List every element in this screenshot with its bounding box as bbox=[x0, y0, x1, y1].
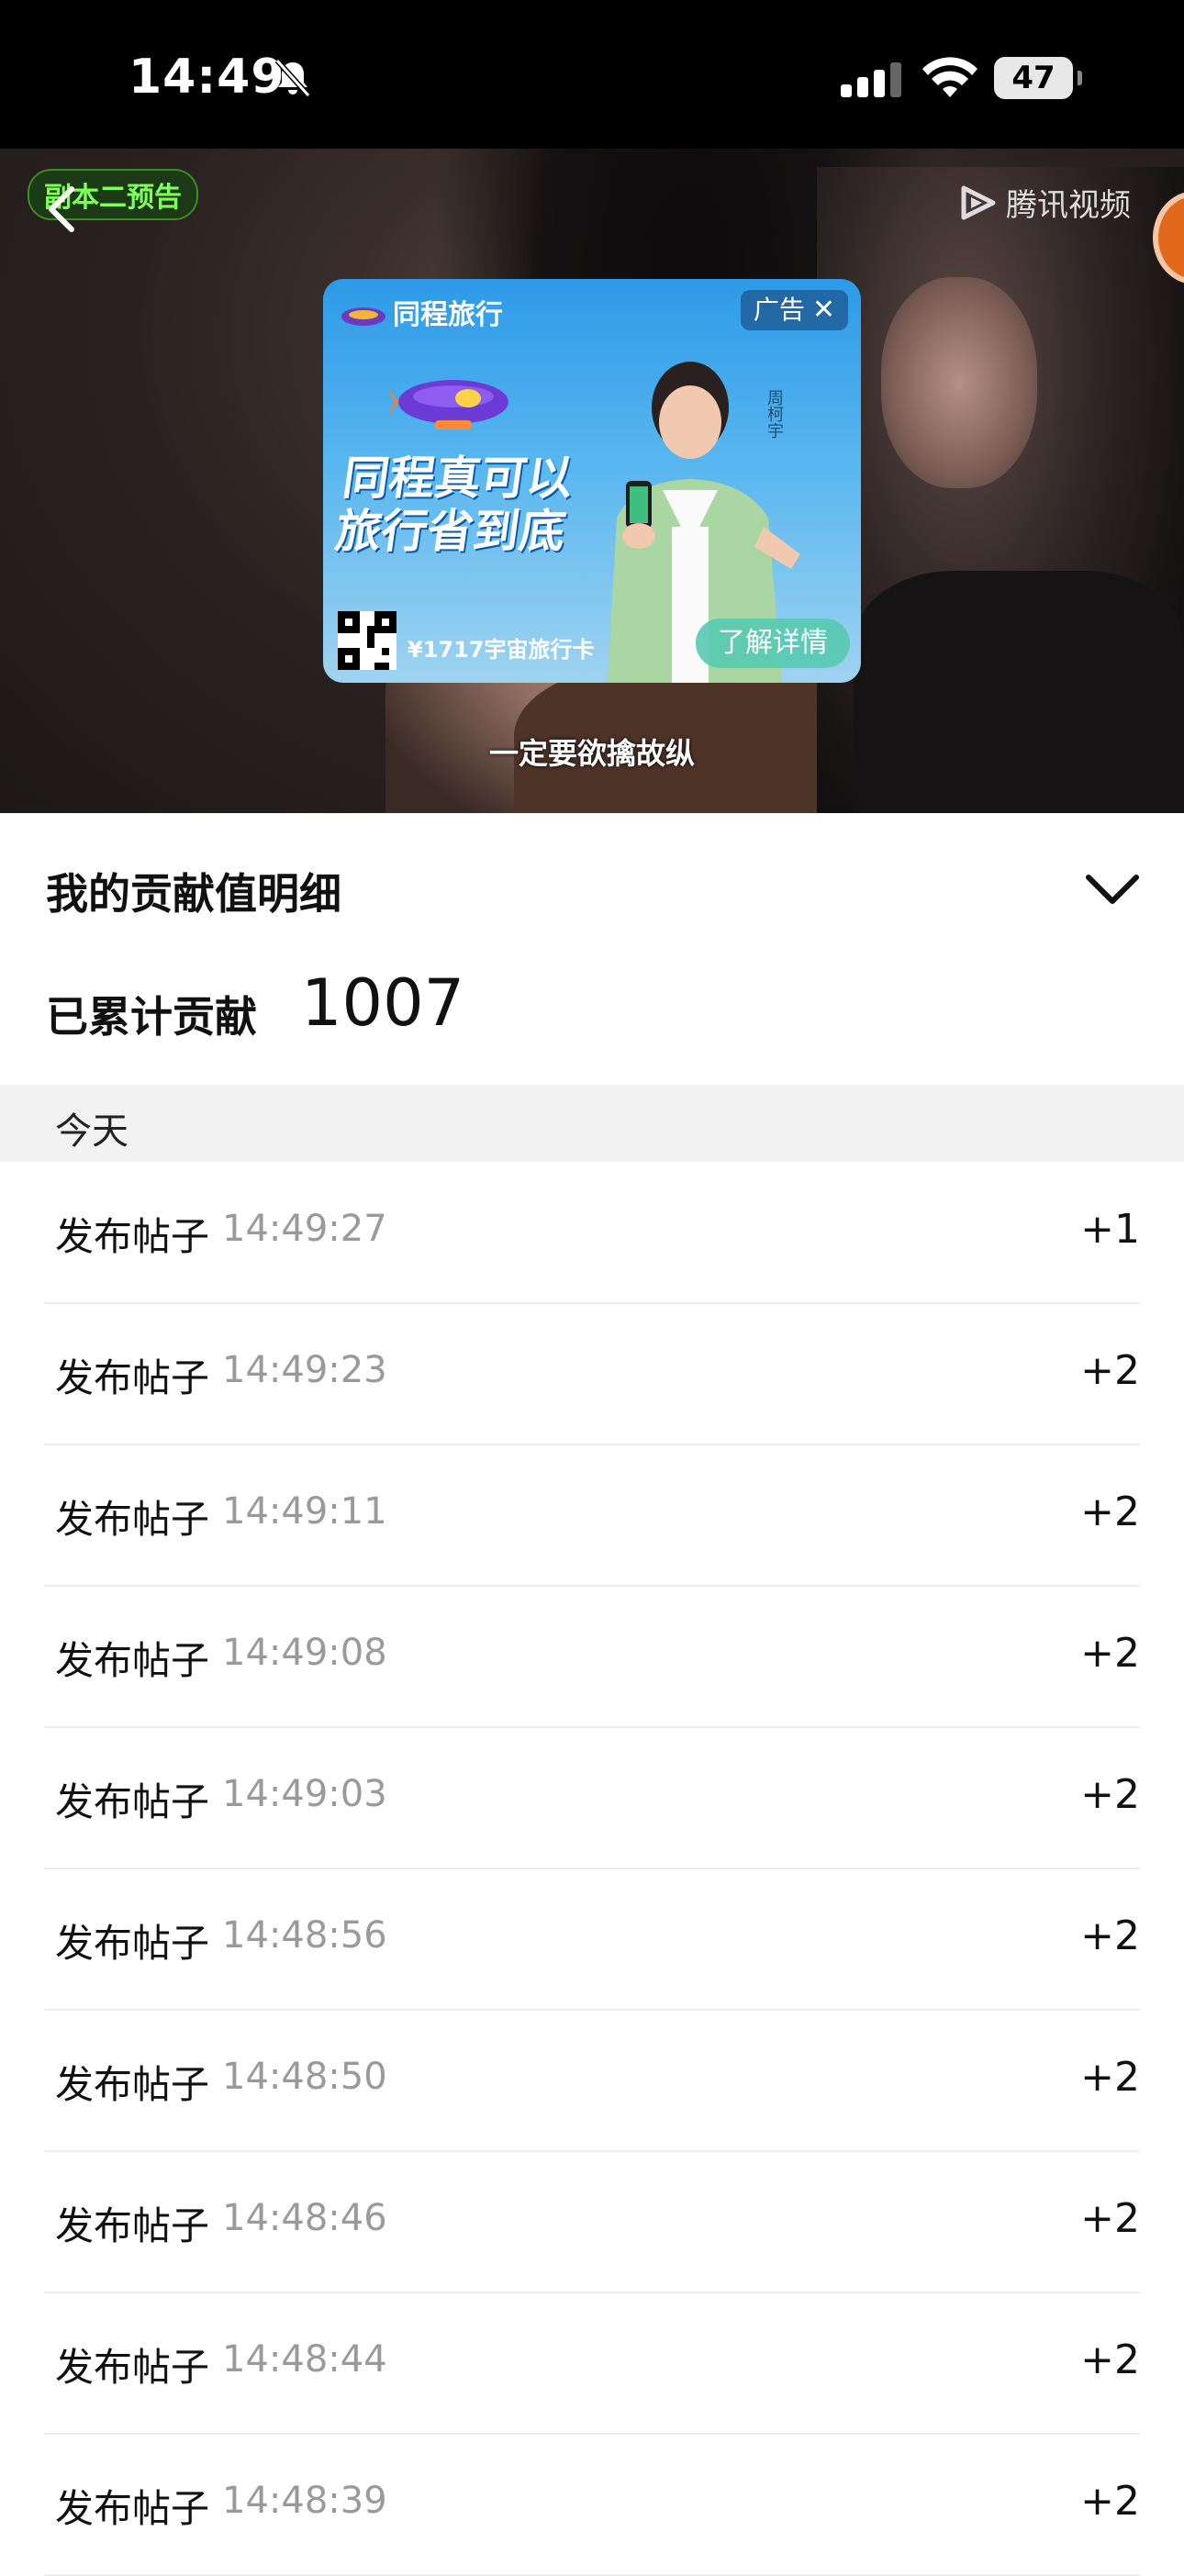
record-time: 14:48:44 bbox=[222, 2338, 387, 2381]
back-arrow-icon[interactable] bbox=[44, 184, 81, 235]
record-time: 14:48:39 bbox=[222, 2480, 387, 2522]
record-points: +2 bbox=[1080, 1912, 1140, 1959]
record-time: 14:49:03 bbox=[222, 1773, 387, 1815]
blimp-icon bbox=[387, 380, 508, 429]
ad-close-button[interactable]: 广告 ✕ bbox=[740, 290, 848, 330]
contribution-list: 发布帖子 14:49:27 +1 发布帖子 14:49:23 +2 发布帖子 1… bbox=[0, 1162, 1184, 2576]
record-time: 14:49:23 bbox=[222, 1349, 387, 1391]
total-contribution-value: 1007 bbox=[301, 965, 465, 1041]
day-section-header: 今天 bbox=[0, 1085, 1184, 1162]
record-time: 14:48:46 bbox=[222, 2197, 387, 2239]
video-scene-figure bbox=[854, 571, 1184, 813]
ad-slogan-line: 旅行省到底 bbox=[331, 505, 569, 558]
close-icon: ✕ bbox=[811, 294, 835, 326]
ad-brand: 同程旅行 bbox=[340, 292, 503, 332]
list-item: 发布帖子 14:48:56 +2 bbox=[0, 1868, 1184, 2011]
ad-price-text: ¥1717宇宙旅行卡 bbox=[408, 637, 595, 663]
record-action: 发布帖子 bbox=[55, 2203, 210, 2248]
video-scene-figure bbox=[881, 277, 1037, 488]
record-action: 发布帖子 bbox=[55, 2345, 210, 2390]
ad-label: 广告 bbox=[753, 295, 805, 325]
record-points: +2 bbox=[1080, 1347, 1140, 1394]
status-bar: 14:49 47 bbox=[0, 0, 1184, 149]
day-label: 今天 bbox=[55, 1110, 128, 1153]
record-time: 14:48:56 bbox=[222, 1914, 387, 1957]
list-item: 发布帖子 14:49:08 +2 bbox=[0, 1586, 1184, 1728]
record-action: 发布帖子 bbox=[55, 1497, 210, 1542]
wifi-icon bbox=[922, 57, 977, 97]
ad-learn-more-button[interactable]: 了解详情 bbox=[696, 619, 850, 668]
brand-logo-icon bbox=[341, 307, 385, 326]
logo-text: 腾讯视频 bbox=[1006, 187, 1131, 224]
ad-slogan-line: 同程真可以 bbox=[340, 452, 577, 505]
record-points: +2 bbox=[1080, 1771, 1140, 1818]
record-time: 14:48:50 bbox=[222, 2056, 387, 2098]
record-action: 发布帖子 bbox=[55, 1921, 210, 1966]
video-subtitle: 一定要欲擒故纵 bbox=[488, 736, 695, 771]
ad-banner[interactable]: 同程旅行 广告 ✕ 同程真可以 旅行省到底 周柯宇 ¥1717宇宙旅行卡 了解详情 bbox=[323, 279, 861, 683]
record-points: +2 bbox=[1080, 1489, 1140, 1535]
record-time: 14:49:08 bbox=[222, 1632, 387, 1674]
record-time: 14:49:27 bbox=[222, 1208, 387, 1250]
cellular-signal-icon bbox=[841, 62, 901, 97]
record-points: +1 bbox=[1080, 1206, 1140, 1253]
page-title: 我的贡献值明细 bbox=[46, 869, 341, 919]
record-action: 发布帖子 bbox=[55, 2062, 210, 2107]
record-action: 发布帖子 bbox=[55, 1779, 210, 1824]
record-action: 发布帖子 bbox=[55, 2486, 210, 2531]
list-item: 发布帖子 14:48:46 +2 bbox=[0, 2151, 1184, 2293]
tencent-video-logo: 腾讯视频 bbox=[958, 180, 1131, 224]
record-points: +2 bbox=[1080, 2336, 1140, 2383]
ad-slogan: 同程真可以 旅行省到底 bbox=[332, 452, 576, 558]
qr-code-icon bbox=[338, 611, 397, 670]
list-item: 发布帖子 14:48:44 +2 bbox=[0, 2292, 1184, 2435]
chevron-down-icon[interactable] bbox=[1083, 866, 1142, 910]
list-item: 发布帖子 14:49:27 +1 bbox=[0, 1162, 1184, 1304]
list-item: 发布帖子 14:49:03 +2 bbox=[0, 1727, 1184, 1869]
record-action: 发布帖子 bbox=[55, 1214, 210, 1259]
list-item: 发布帖子 14:48:39 +2 bbox=[0, 2434, 1184, 2576]
status-time: 14:49 bbox=[128, 50, 285, 105]
record-action: 发布帖子 bbox=[55, 1638, 210, 1683]
total-contribution-label: 已累计贡献 bbox=[46, 992, 257, 1042]
bell-muted-icon bbox=[274, 58, 311, 98]
battery-icon: 47 bbox=[994, 57, 1082, 99]
record-time: 14:49:11 bbox=[222, 1490, 387, 1533]
record-action: 发布帖子 bbox=[55, 1355, 210, 1400]
record-points: +2 bbox=[1080, 2478, 1140, 2525]
record-points: +2 bbox=[1080, 2054, 1140, 2101]
record-points: +2 bbox=[1080, 2195, 1140, 2242]
list-item: 发布帖子 14:49:23 +2 bbox=[0, 1303, 1184, 1445]
play-logo-icon bbox=[961, 185, 996, 219]
list-item: 发布帖子 14:48:50 +2 bbox=[0, 2010, 1184, 2152]
ad-brand-text: 同程旅行 bbox=[393, 299, 503, 331]
record-points: +2 bbox=[1080, 1630, 1140, 1677]
spokesperson-name: 周柯宇 bbox=[765, 389, 784, 439]
list-item: 发布帖子 14:49:11 +2 bbox=[0, 1444, 1184, 1587]
